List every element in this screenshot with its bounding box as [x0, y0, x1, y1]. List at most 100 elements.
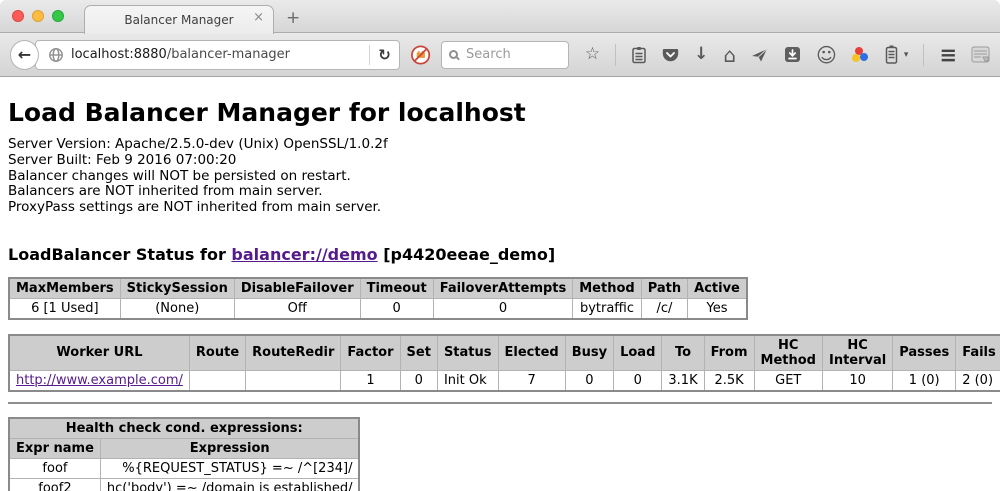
cell-elected: 7: [498, 370, 565, 391]
heading-suffix: [p4420eeae_demo]: [378, 245, 556, 264]
table-header-row: Worker URL Route RouteRedir Factor Set S…: [9, 335, 1000, 371]
cell-from: 2.5K: [704, 370, 754, 391]
health-check-table: Health check cond. expressions: Expr nam…: [8, 417, 360, 491]
search-bar[interactable]: [441, 41, 569, 69]
col-set: Set: [400, 335, 437, 371]
cell-expression: %{REQUEST_STATUS} =~ /^[234]/: [100, 458, 359, 478]
blue-dot: [860, 53, 868, 61]
col-to: To: [662, 335, 704, 371]
section-divider: [8, 402, 992, 404]
tab-balancer-manager[interactable]: Balancer Manager ×: [84, 5, 274, 34]
col-from: From: [704, 335, 754, 371]
col-status: Status: [437, 335, 498, 371]
cell-hc-method: GET: [754, 370, 822, 391]
download-panel-icon[interactable]: [784, 46, 801, 63]
table-row: 6 [1 Used] (None) Off 0 0 bytraffic /c/ …: [9, 298, 747, 319]
page-grid-icon[interactable]: [971, 46, 990, 63]
minimize-window-button[interactable]: [32, 10, 44, 22]
server-version-line: Server Version: Apache/2.5.0-dev (Unix) …: [8, 137, 992, 153]
titlebar: Balancer Manager × +: [0, 0, 1000, 33]
col-failoverattempts: FailoverAttempts: [433, 278, 573, 299]
persist-notice-line: Balancer changes will NOT be persisted o…: [8, 169, 992, 185]
balancer-settings-table: MaxMembers StickySession DisableFailover…: [8, 277, 748, 320]
reading-list-icon[interactable]: [631, 46, 647, 64]
hamburger-menu-icon[interactable]: ≡: [939, 43, 956, 67]
battery-extension-icon[interactable]: [885, 45, 898, 64]
worker-table: Worker URL Route RouteRedir Factor Set S…: [8, 334, 1000, 392]
cell-fails: 2 (0): [956, 370, 1000, 391]
toolbar-buttons: ☆ ↓ ⌂ ☺: [585, 43, 990, 67]
col-expr-name: Expr name: [9, 438, 100, 458]
cell-expression: hc('body') =~ /domain is established/: [100, 478, 359, 491]
cell-passes: 1 (0): [893, 370, 956, 391]
home-icon[interactable]: ⌂: [723, 45, 736, 65]
globe-icon: [48, 47, 64, 63]
cell-factor: 1: [341, 370, 400, 391]
bookmark-star-icon[interactable]: ☆: [585, 46, 600, 63]
col-disablefailover: DisableFailover: [234, 278, 360, 299]
colored-dots-extension-icon[interactable]: [852, 47, 870, 63]
cell-to: 3.1K: [662, 370, 704, 391]
cell-route: [189, 370, 245, 391]
chevron-down-icon[interactable]: ▾: [904, 50, 909, 60]
close-window-button[interactable]: [12, 10, 24, 22]
balancers-notice-line: Balancers are NOT inherited from main se…: [8, 184, 992, 200]
new-tab-button[interactable]: +: [286, 8, 300, 28]
browser-window: Balancer Manager × + ← localhost:8880/ba…: [0, 0, 1000, 491]
table-title-row: Health check cond. expressions:: [9, 418, 359, 439]
back-button[interactable]: ←: [10, 40, 39, 70]
table-header-row: Expr name Expression: [9, 438, 359, 458]
yellow-dot: [852, 54, 860, 62]
pocket-icon[interactable]: [662, 47, 679, 63]
cell-active: Yes: [688, 298, 747, 319]
navigation-toolbar: ← localhost:8880/balancer-manager ↻ ☆: [0, 33, 1000, 77]
downloads-icon[interactable]: ↓: [694, 46, 708, 63]
col-hc-method: HC Method: [754, 335, 822, 371]
col-elected: Elected: [498, 335, 565, 371]
cell-stickysession: (None): [120, 298, 234, 319]
window-controls: [12, 10, 64, 22]
balancer-demo-link[interactable]: balancer://demo: [231, 245, 377, 264]
zoom-window-button[interactable]: [52, 10, 64, 22]
worker-url-link[interactable]: http://www.example.com/: [16, 373, 183, 388]
url-bar[interactable]: localhost:8880/balancer-manager ↻: [35, 40, 400, 70]
search-input[interactable]: [464, 46, 554, 63]
tab-close-icon[interactable]: ×: [253, 11, 264, 24]
toolbar-divider: [923, 44, 924, 66]
tab-title: Balancer Manager: [124, 13, 233, 27]
smiley-hello-icon[interactable]: ☺: [816, 45, 837, 65]
proxypass-notice-line: ProxyPass settings are NOT inherited fro…: [8, 200, 992, 216]
page-content: Load Balancer Manager for localhost Serv…: [0, 77, 1000, 491]
table-row: foof2 hc('body') =~ /domain is establish…: [9, 478, 359, 491]
send-plane-icon[interactable]: [751, 47, 769, 63]
col-maxmembers: MaxMembers: [9, 278, 120, 299]
server-info: Server Version: Apache/2.5.0-dev (Unix) …: [8, 137, 992, 216]
cell-path: /c/: [641, 298, 687, 319]
cell-failoverattempts: 0: [433, 298, 573, 319]
col-timeout: Timeout: [360, 278, 433, 299]
heading-prefix: LoadBalancer Status for: [8, 245, 231, 264]
cell-busy: 0: [565, 370, 613, 391]
cell-expr-name: foof: [9, 458, 100, 478]
col-active: Active: [688, 278, 747, 299]
cell-method: bytraffic: [573, 298, 641, 319]
cell-disablefailover: Off: [234, 298, 360, 319]
col-method: Method: [573, 278, 641, 299]
col-fails: Fails: [956, 335, 1000, 371]
cell-set: 0: [400, 370, 437, 391]
col-route: Route: [189, 335, 245, 371]
cell-maxmembers: 6 [1 Used]: [9, 298, 120, 319]
col-passes: Passes: [893, 335, 956, 371]
cell-status: Init Ok: [437, 370, 498, 391]
table-header-row: MaxMembers StickySession DisableFailover…: [9, 278, 747, 299]
cell-worker-url: http://www.example.com/: [9, 370, 189, 391]
health-table-title: Health check cond. expressions:: [9, 418, 359, 439]
cell-expr-name: foof2: [9, 478, 100, 491]
url-host: localhost:8880: [71, 47, 167, 62]
reload-button[interactable]: ↻: [378, 46, 391, 64]
col-expression: Expression: [100, 438, 359, 458]
col-worker-url: Worker URL: [9, 335, 189, 371]
plugin-blocked-icon[interactable]: [410, 44, 431, 66]
cell-load: 0: [614, 370, 662, 391]
col-stickysession: StickySession: [120, 278, 234, 299]
